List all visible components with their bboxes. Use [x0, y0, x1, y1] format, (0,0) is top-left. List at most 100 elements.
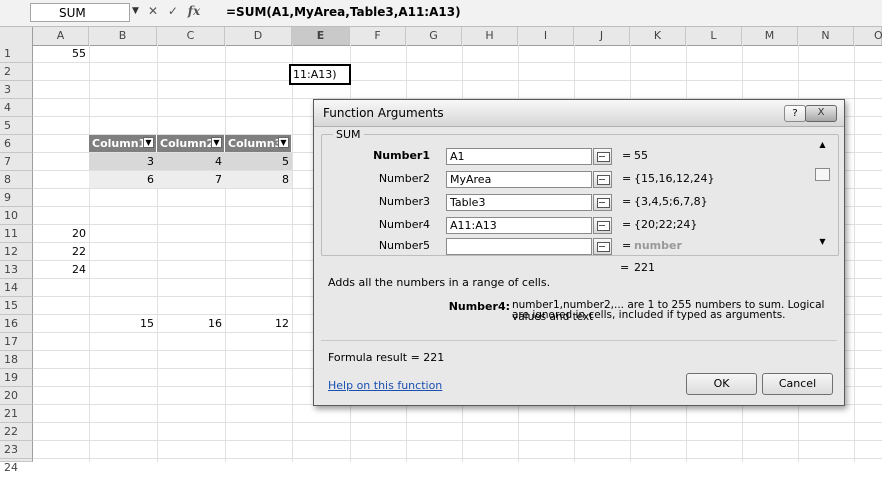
row-header-15[interactable]: 15 — [0, 297, 33, 315]
row-header-5[interactable]: 5 — [0, 117, 33, 135]
dialog-title: Function Arguments — [323, 106, 444, 120]
name-box[interactable]: SUM — [30, 3, 130, 22]
cell-a1[interactable]: 55 — [33, 45, 89, 62]
row-header-13[interactable]: 13 — [0, 261, 33, 279]
column-header-c[interactable]: C — [157, 27, 225, 45]
row-header-18[interactable]: 18 — [0, 351, 33, 369]
select-all-corner[interactable] — [0, 27, 33, 45]
argument-label-number1: Number1 — [373, 149, 430, 162]
scroll-thumb[interactable] — [815, 168, 830, 181]
function-arguments-dialog: Function Arguments ? X SUM Number1 A1 = … — [313, 99, 845, 406]
formula-bar: SUM ▼ ✕ ✓ fx =SUM(A1,MyArea,Table3,A11:A… — [0, 0, 882, 27]
collapse-dialog-icon[interactable] — [593, 217, 612, 234]
argument-result-number2: {15,16,12,24} — [634, 172, 715, 185]
cell-a13[interactable]: 24 — [33, 261, 89, 278]
table-header-column2[interactable]: Column2 ▼ — [157, 135, 225, 152]
argument-label-number4: Number4 — [378, 218, 430, 231]
row-header-3[interactable]: 3 — [0, 81, 33, 99]
help-on-function-link[interactable]: Help on this function — [328, 379, 442, 392]
scroll-down-icon[interactable]: ▼ — [814, 235, 831, 249]
cell-e2-editing[interactable]: 11:A13) — [289, 64, 351, 85]
dialog-title-bar[interactable]: Function Arguments ? X — [314, 100, 844, 127]
table-cell[interactable]: 4 — [157, 153, 225, 170]
table-cell[interactable]: 6 — [89, 171, 157, 188]
argument-input-number1[interactable]: A1 — [446, 148, 592, 165]
equals-sign: = — [620, 261, 630, 274]
close-button[interactable]: X — [805, 105, 837, 122]
column-header-n[interactable]: N — [798, 27, 854, 45]
cell-a11[interactable]: 20 — [33, 225, 89, 242]
arguments-scrollbar[interactable]: ▲ ▼ — [814, 138, 831, 250]
table-cell[interactable]: 5 — [225, 153, 292, 170]
arguments-group: SUM Number1 A1 = 55 Number2 MyArea = {15… — [321, 128, 839, 256]
cancel-button[interactable]: Cancel — [762, 373, 833, 395]
column-header-bar: A B C D E F G H I J K L M N O — [0, 27, 882, 46]
cell-a12[interactable]: 22 — [33, 243, 89, 260]
collapse-dialog-icon[interactable] — [593, 148, 612, 165]
table-header-column3[interactable]: Column3 ▼ — [225, 135, 292, 152]
argument-label-number3: Number3 — [378, 195, 430, 208]
argument-input-number2[interactable]: MyArea — [446, 171, 592, 188]
argument-input-number5[interactable] — [446, 238, 592, 255]
table-cell[interactable]: 7 — [157, 171, 225, 188]
column-header-a[interactable]: A — [33, 27, 89, 45]
row-header-19[interactable]: 19 — [0, 369, 33, 387]
insert-function-icon[interactable]: fx — [188, 4, 200, 18]
name-box-dropdown-icon[interactable]: ▼ — [132, 6, 139, 16]
row-header-21[interactable]: 21 — [0, 405, 33, 423]
help-button[interactable]: ? — [784, 105, 806, 122]
table-cell[interactable]: 8 — [225, 171, 292, 188]
filter-dropdown-icon[interactable]: ▼ — [278, 137, 289, 148]
column-header-j[interactable]: J — [574, 27, 630, 45]
equals-sign: = — [622, 195, 632, 208]
row-header-23[interactable]: 23 — [0, 441, 33, 459]
collapse-dialog-icon[interactable] — [593, 238, 612, 255]
column-header-f[interactable]: F — [350, 27, 406, 45]
cell-c16[interactable]: 16 — [157, 315, 225, 332]
cell-d16[interactable]: 12 — [225, 315, 292, 332]
row-header-17[interactable]: 17 — [0, 333, 33, 351]
column-header-d[interactable]: D — [225, 27, 292, 45]
row-header-1[interactable]: 1 — [0, 45, 33, 63]
table-cell[interactable]: 3 — [89, 153, 157, 170]
column-header-m[interactable]: M — [742, 27, 798, 45]
filter-dropdown-icon[interactable]: ▼ — [211, 137, 222, 148]
cell-b16[interactable]: 15 — [89, 315, 157, 332]
collapse-dialog-icon[interactable] — [593, 171, 612, 188]
column-header-i[interactable]: I — [518, 27, 574, 45]
row-header-14[interactable]: 14 — [0, 279, 33, 297]
column-header-h[interactable]: H — [462, 27, 518, 45]
row-header-4[interactable]: 4 — [0, 99, 33, 117]
column-header-b[interactable]: B — [89, 27, 157, 45]
row-header-8[interactable]: 8 — [0, 171, 33, 189]
row-header-6[interactable]: 6 — [0, 135, 33, 153]
argument-result-number1: 55 — [634, 149, 648, 162]
scroll-up-icon[interactable]: ▲ — [814, 138, 831, 152]
row-header-22[interactable]: 22 — [0, 423, 33, 441]
cancel-icon[interactable]: ✕ — [148, 4, 158, 18]
column-header-g[interactable]: G — [406, 27, 462, 45]
formula-input[interactable]: =SUM(A1,MyArea,Table3,A11:A13) — [226, 3, 461, 22]
argument-input-number4[interactable]: A11:A13 — [446, 217, 592, 234]
enter-icon[interactable]: ✓ — [168, 4, 178, 18]
row-header-2[interactable]: 2 — [0, 63, 33, 81]
row-header-10[interactable]: 10 — [0, 207, 33, 225]
row-header-11[interactable]: 11 — [0, 225, 33, 243]
function-description: Adds all the numbers in a range of cells… — [328, 276, 551, 289]
ok-button[interactable]: OK — [686, 373, 757, 395]
row-header-9[interactable]: 9 — [0, 189, 33, 207]
argument-input-number3[interactable]: Table3 — [446, 194, 592, 211]
table-header-column1[interactable]: Column1 ▼ — [89, 135, 157, 152]
column-header-l[interactable]: L — [686, 27, 742, 45]
collapse-dialog-icon[interactable] — [593, 194, 612, 211]
row-header-7[interactable]: 7 — [0, 153, 33, 171]
column-header-e[interactable]: E — [292, 27, 350, 45]
row-header-20[interactable]: 20 — [0, 387, 33, 405]
row-header-12[interactable]: 12 — [0, 243, 33, 261]
filter-dropdown-icon[interactable]: ▼ — [143, 137, 154, 148]
argument-label-number5: Number5 — [378, 239, 430, 252]
column-header-k[interactable]: K — [630, 27, 686, 45]
column-header-o[interactable]: O — [854, 27, 882, 45]
argument-label-number2: Number2 — [378, 172, 430, 185]
row-header-16[interactable]: 16 — [0, 315, 33, 333]
